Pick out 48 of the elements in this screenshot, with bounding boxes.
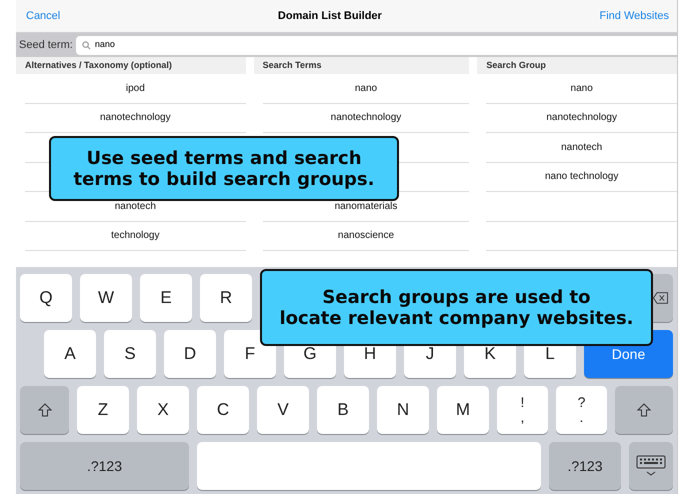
key[interactable]: B <box>317 386 369 434</box>
key[interactable]: Q <box>20 274 72 322</box>
key[interactable]: ! , <box>497 386 548 434</box>
table-cell: nanotechnology <box>262 104 470 133</box>
backspace-icon <box>653 292 668 304</box>
shift-icon <box>36 402 52 418</box>
key[interactable]: C <box>197 386 249 434</box>
numbers-key[interactable]: .?123 <box>549 442 621 490</box>
window-title: Domain List Builder <box>278 8 382 24</box>
table-cell: nano <box>262 74 470 104</box>
keyboard-dismiss-icon <box>636 455 666 477</box>
seed-term-field[interactable]: nano <box>76 36 677 54</box>
table-cell: technology <box>25 222 246 251</box>
key[interactable]: N <box>377 386 429 434</box>
table-cell: ipod <box>25 74 246 104</box>
key[interactable]: X <box>137 386 189 434</box>
key[interactable]: S <box>104 330 156 378</box>
key[interactable]: V <box>257 386 309 434</box>
cancel-button[interactable]: Cancel <box>26 8 60 24</box>
key[interactable]: R <box>200 274 252 322</box>
numbers-key[interactable]: .?123 <box>20 442 189 490</box>
key[interactable]: F <box>224 330 276 378</box>
dismiss-keyboard-key[interactable] <box>629 442 673 490</box>
callout-text: Use seed terms and search terms to build search groups. <box>74 148 374 190</box>
key[interactable]: D <box>164 330 216 378</box>
key[interactable]: ? . <box>556 386 607 434</box>
table-cell: nanoscience <box>262 222 470 251</box>
key[interactable]: A <box>44 330 96 378</box>
table-cell: nano <box>486 74 677 104</box>
space-key[interactable] <box>197 442 541 490</box>
table-cell: nanotechnology <box>486 104 677 133</box>
callout-text: Search groups are used to locate relevant company websites. <box>279 286 634 328</box>
shift-key[interactable] <box>615 386 673 434</box>
shift-icon <box>636 402 652 418</box>
table-cell: nanotechnology <box>25 104 246 133</box>
key[interactable]: Z <box>77 386 129 434</box>
search-icon <box>82 40 91 50</box>
column-header: Alternatives / Taxonomy (optional) <box>16 57 246 74</box>
key[interactable]: W <box>80 274 132 322</box>
table-cell: nano technology <box>486 162 677 192</box>
key[interactable]: M <box>437 386 489 434</box>
key[interactable]: E <box>140 274 192 322</box>
column-header: Search Terms <box>254 57 470 74</box>
find-websites-button[interactable]: Find Websites <box>600 8 669 24</box>
column-header: Search Group <box>477 57 677 74</box>
table-cell: nanotech <box>486 133 677 162</box>
seed-term-label: Seed term: <box>19 38 73 53</box>
shift-key[interactable] <box>20 386 69 434</box>
